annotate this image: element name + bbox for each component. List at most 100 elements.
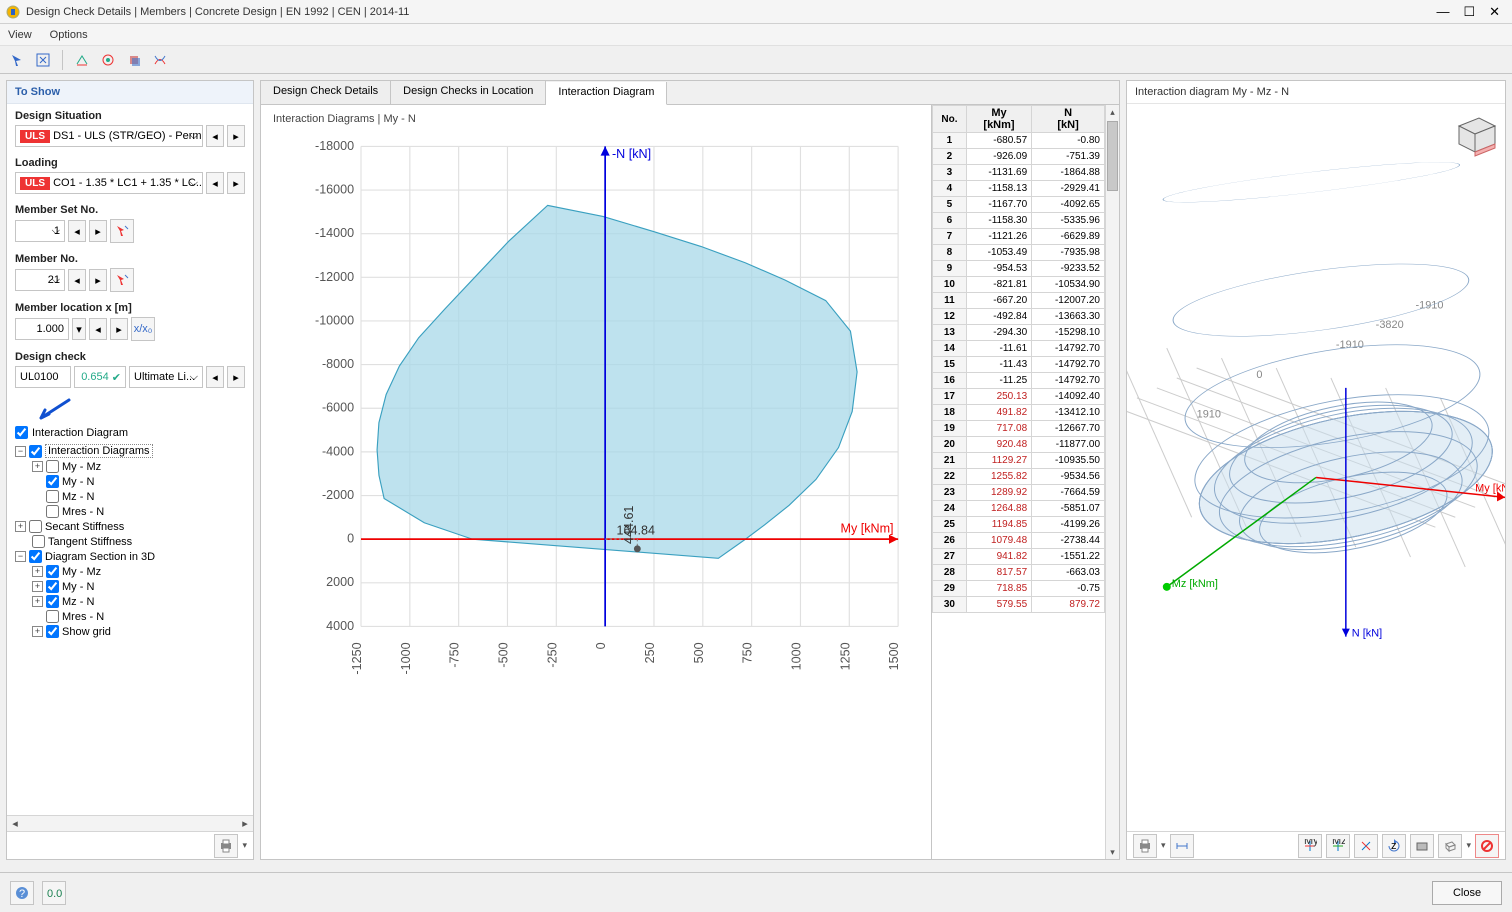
stepper-down[interactable]: ▾: [72, 318, 86, 340]
table-row[interactable]: 10-821.81-10534.90: [933, 277, 1105, 293]
pick-member-icon[interactable]: [110, 219, 134, 243]
axis-n-icon[interactable]: [1354, 834, 1378, 858]
tree-cb-3d-my-n[interactable]: [46, 580, 59, 593]
table-row[interactable]: 28817.57-663.03: [933, 565, 1105, 581]
zoom-extent-icon[interactable]: [32, 49, 54, 71]
axis-my-icon[interactable]: My: [1298, 834, 1322, 858]
view-3-icon[interactable]: [123, 49, 145, 71]
next-button[interactable]: ▸: [227, 172, 245, 194]
prev-button[interactable]: ◂: [68, 269, 86, 291]
reset-z-icon[interactable]: z: [1382, 834, 1406, 858]
tree-cb-3d[interactable]: [29, 550, 42, 563]
tree-expand-icon[interactable]: +: [32, 626, 43, 637]
view-4-icon[interactable]: [149, 49, 171, 71]
tree-mres-n[interactable]: Mres - N: [62, 506, 104, 518]
view-2-icon[interactable]: [97, 49, 119, 71]
tree-collapse-icon[interactable]: −: [15, 551, 26, 562]
tree-cb-3d-mres-n[interactable]: [46, 610, 59, 623]
view-1-icon[interactable]: [71, 49, 93, 71]
table-row[interactable]: 8-1053.49-7935.98: [933, 245, 1105, 261]
table-row[interactable]: 11-667.20-12007.20: [933, 293, 1105, 309]
table-row[interactable]: 16-11.25-14792.70: [933, 373, 1105, 389]
table-vscroll[interactable]: ▴ ▾: [1105, 105, 1119, 859]
menu-options[interactable]: Options: [50, 29, 88, 41]
interaction-diagram-checkbox[interactable]: [15, 426, 28, 439]
close-window-button[interactable]: ✕: [1489, 4, 1500, 20]
prev-button[interactable]: ◂: [206, 125, 224, 147]
close-button[interactable]: Close: [1432, 881, 1502, 905]
tree-interaction-diagrams[interactable]: Interaction Diagrams: [45, 444, 153, 458]
next-button[interactable]: ▸: [227, 366, 245, 388]
tree-cb-3d-my-mz[interactable]: [46, 565, 59, 578]
table-row[interactable]: 241264.88-5851.07: [933, 501, 1105, 517]
tree-3d-mz-n[interactable]: Mz - N: [62, 596, 94, 608]
tree-expand-icon[interactable]: +: [32, 581, 43, 592]
table-row[interactable]: 12-492.84-13663.30: [933, 309, 1105, 325]
tree-cb-mres-n[interactable]: [46, 505, 59, 518]
axis-mz-icon[interactable]: Mz: [1326, 834, 1350, 858]
table-row[interactable]: 5-1167.70-4092.65: [933, 197, 1105, 213]
scroll-down-icon[interactable]: ▾: [1106, 845, 1119, 859]
tree-3d-my-n[interactable]: My - N: [62, 581, 94, 593]
dimension-icon[interactable]: [1170, 834, 1194, 858]
table-row[interactable]: 19717.08-12667.70: [933, 421, 1105, 437]
maximize-button[interactable]: ☐: [1463, 4, 1475, 20]
tree-expand-icon[interactable]: +: [32, 566, 43, 577]
table-row[interactable]: 7-1121.26-6629.89: [933, 229, 1105, 245]
tree-my-n[interactable]: My - N: [62, 476, 94, 488]
next-button[interactable]: ▸: [89, 269, 107, 291]
cursor-icon[interactable]: [6, 49, 28, 71]
tree-cb-mz-n[interactable]: [46, 490, 59, 503]
tree-expand-icon[interactable]: +: [15, 521, 26, 532]
member-loc-input[interactable]: [15, 318, 69, 340]
tree-cb-3d-mz-n[interactable]: [46, 595, 59, 608]
minimize-button[interactable]: —: [1436, 4, 1449, 20]
print-icon[interactable]: [1133, 834, 1157, 858]
tree-tangent[interactable]: Tangent Stiffness: [48, 536, 132, 548]
pick-member-icon[interactable]: [110, 268, 134, 292]
table-row[interactable]: 221255.82-9534.56: [933, 469, 1105, 485]
table-row[interactable]: 211129.27-10935.50: [933, 453, 1105, 469]
tab-design-checks-location[interactable]: Design Checks in Location: [391, 81, 546, 104]
table-row[interactable]: 261079.48-2738.44: [933, 533, 1105, 549]
dropdown-caret-icon[interactable]: ▾: [242, 840, 247, 851]
table-row[interactable]: 20920.48-11877.00: [933, 437, 1105, 453]
scroll-thumb[interactable]: [1107, 121, 1118, 191]
decimals-icon[interactable]: 0.00: [42, 881, 66, 905]
table-row[interactable]: 17250.13-14092.40: [933, 389, 1105, 405]
3d-viewport[interactable]: -1910-3820-191019100My [kNm]Mz [kNm]N [k…: [1127, 104, 1505, 831]
table-row[interactable]: 27941.82-1551.22: [933, 549, 1105, 565]
next-button[interactable]: ▸: [110, 318, 128, 340]
tab-interaction-diagram[interactable]: Interaction Diagram: [546, 82, 667, 105]
table-row[interactable]: 18491.82-13412.10: [933, 405, 1105, 421]
tree-expand-icon[interactable]: +: [32, 461, 43, 472]
table-row[interactable]: 1-680.57-0.80: [933, 133, 1105, 149]
left-hscroll[interactable]: ◂ ▸: [7, 815, 253, 831]
tree-3d-mres-n[interactable]: Mres - N: [62, 611, 104, 623]
dropdown-caret-icon[interactable]: ▾: [1466, 840, 1471, 851]
scroll-up-icon[interactable]: ▴: [1106, 105, 1119, 119]
prev-button[interactable]: ◂: [206, 366, 224, 388]
table-row[interactable]: 30579.55879.72: [933, 597, 1105, 613]
wireframe-icon[interactable]: [1438, 834, 1462, 858]
menu-view[interactable]: View: [8, 29, 32, 41]
tree-my-mz[interactable]: My - Mz: [62, 461, 101, 473]
table-row[interactable]: 4-1158.13-2929.41: [933, 181, 1105, 197]
loading-dropdown[interactable]: ULS CO1 - 1.35 * LC1 + 1.35 * LC... ⌵: [15, 172, 203, 194]
table-row[interactable]: 9-954.53-9233.52: [933, 261, 1105, 277]
table-row[interactable]: 2-926.09-751.39: [933, 149, 1105, 165]
tree-cb-secant[interactable]: [29, 520, 42, 533]
cancel-icon[interactable]: [1475, 834, 1499, 858]
view-cube-icon[interactable]: [1449, 108, 1499, 158]
member-set-dropdown[interactable]: 1 ⌵: [15, 220, 65, 242]
design-situation-dropdown[interactable]: ULS DS1 - ULS (STR/GEO) - Perma... ⌵: [15, 125, 203, 147]
prev-button[interactable]: ◂: [89, 318, 107, 340]
dropdown-caret-icon[interactable]: ▾: [1161, 840, 1166, 851]
table-row[interactable]: 29718.85-0.75: [933, 581, 1105, 597]
table-row[interactable]: 6-1158.30-5335.96: [933, 213, 1105, 229]
tree-show-grid[interactable]: Show grid: [62, 626, 111, 638]
design-check-code[interactable]: UL0100: [15, 366, 71, 388]
tree-cb-show-grid[interactable]: [46, 625, 59, 638]
tree-collapse-icon[interactable]: −: [15, 446, 26, 457]
data-table[interactable]: No. My[kNm] N[kN] 1-680.57-0.802-926.09-…: [932, 105, 1105, 859]
